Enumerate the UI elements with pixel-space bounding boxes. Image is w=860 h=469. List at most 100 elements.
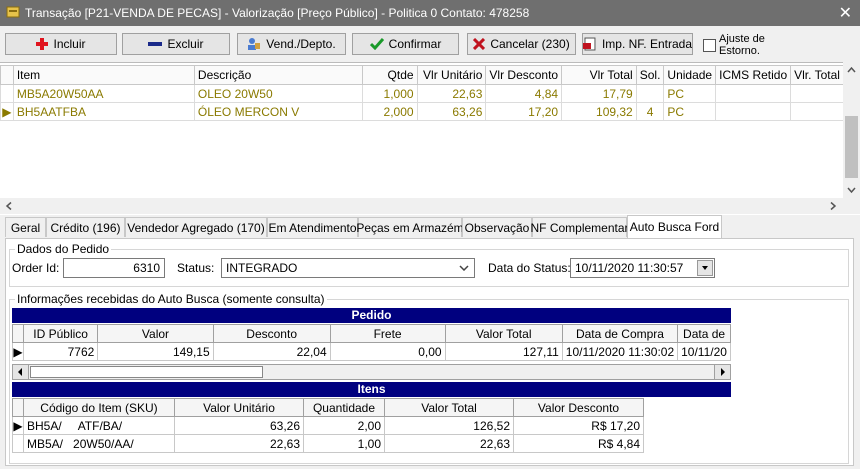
cell-descricao[interactable]: ÓLEO MERCON V — [193, 102, 363, 121]
cell-vlr-desconto[interactable]: 4,84 — [485, 84, 563, 103]
col-frete[interactable]: Frete — [329, 324, 446, 343]
table-row[interactable]: MB5A20W50AA OLEO 20W50 1,000 22,63 4,84 … — [0, 84, 860, 103]
cell-icms-retido[interactable] — [715, 84, 792, 103]
cell-valor-total[interactable]: 127,11 — [444, 342, 563, 361]
pedido-horizontal-scrollbar[interactable] — [12, 364, 731, 380]
tab-vendedor-agregado[interactable]: Vendedor Agregado (170) — [125, 217, 267, 237]
cell-item[interactable]: MB5A20W50AA — [12, 84, 195, 103]
col-valor-unitario[interactable]: Valor Unitário — [174, 398, 304, 417]
excluir-label: Excluir — [167, 37, 204, 51]
itens-grid[interactable]: Código do Item (SKU) Valor Unitário Quan… — [12, 398, 731, 453]
tab-auto-busca-ford[interactable]: Auto Busca Ford — [627, 215, 722, 238]
items-grid[interactable]: Item Descrição Qtde Vlr Unitário Vlr Des… — [0, 62, 860, 215]
cell-codigo-item[interactable]: BH5A/ ATF/BA/ — [23, 416, 175, 435]
cell-qtde[interactable]: 1,000 — [361, 84, 418, 103]
cell-unidade[interactable]: PC — [663, 84, 717, 103]
col-vlr-total[interactable]: Vlr Total — [561, 65, 637, 85]
cell-valor-desconto[interactable]: R$ 17,20 — [513, 416, 644, 435]
col-valor[interactable]: Valor — [97, 324, 214, 343]
data-status-field[interactable]: 10/11/2020 11:30:57 — [570, 258, 715, 278]
date-dropdown-button[interactable] — [697, 260, 713, 276]
confirmar-button[interactable]: Confirmar — [352, 33, 459, 55]
cell-valor-unitario[interactable]: 63,26 — [174, 416, 304, 435]
cell-vlr-unitario[interactable]: 63,26 — [416, 102, 487, 121]
excluir-button[interactable]: Excluir — [122, 33, 230, 55]
close-icon[interactable]: ✕ — [839, 3, 852, 23]
pedido-table: ID Público Valor Desconto Frete Valor To… — [12, 324, 731, 361]
checkbox-box[interactable] — [703, 39, 716, 52]
cell-valor-unitario[interactable]: 22,63 — [174, 434, 304, 453]
col-unidade[interactable]: Unidade — [663, 65, 717, 85]
items-horizontal-scrollbar[interactable] — [0, 198, 860, 214]
tab-pecas-em-armazem[interactable]: Peças em Armazém — [356, 217, 464, 237]
cell-data-de[interactable]: 10/11/20 — [677, 342, 731, 361]
col-descricao[interactable]: Descrição — [193, 65, 363, 85]
cell-data-compra[interactable]: 10/11/2020 11:30:02 — [561, 342, 679, 361]
tab-credito[interactable]: Crédito (196) — [46, 217, 125, 237]
col-valor-desconto[interactable]: Valor Desconto — [513, 398, 644, 417]
cell-vlr-unitario[interactable]: 22,63 — [416, 84, 487, 103]
scroll-left-icon[interactable] — [2, 198, 16, 214]
col-data-de[interactable]: Data de — [677, 324, 731, 343]
cell-id-publico[interactable]: 7762 — [22, 342, 99, 361]
tab-em-atendimento[interactable]: Em Atendimento — [267, 217, 358, 237]
tab-observacao[interactable]: Observação — [462, 217, 532, 237]
scroll-thumb[interactable] — [30, 366, 263, 378]
table-row[interactable]: ▶ BH5A/ ATF/BA/ 63,26 2,00 126,52 R$ 17,… — [12, 416, 644, 435]
col-sol[interactable]: Sol. — [635, 65, 665, 85]
scroll-thumb[interactable] — [845, 116, 858, 178]
cell-qtde[interactable]: 2,000 — [361, 102, 418, 121]
scroll-right-button[interactable] — [714, 365, 730, 379]
col-valor-total[interactable]: Valor Total — [444, 324, 563, 343]
cell-quantidade[interactable]: 1,00 — [303, 434, 385, 453]
cell-codigo-item[interactable]: MB5A/ 20W50/AA/ — [23, 434, 175, 453]
row-indicator-header — [12, 398, 24, 417]
incluir-button[interactable]: Incluir — [5, 33, 117, 55]
tab-geral[interactable]: Geral — [5, 217, 46, 237]
cell-valor[interactable]: 149,15 — [97, 342, 214, 361]
chevron-down-icon[interactable] — [459, 265, 469, 271]
col-data-compra[interactable]: Data de Compra — [561, 324, 679, 343]
cell-vlr-total[interactable]: 109,32 — [561, 102, 637, 121]
cell-sol[interactable] — [635, 84, 665, 103]
cell-descricao[interactable]: OLEO 20W50 — [193, 84, 363, 103]
cell-sol[interactable]: 4 — [635, 102, 665, 121]
imp-nf-entrada-button[interactable]: Imp. NF. Entrada — [582, 33, 693, 55]
col-desconto[interactable]: Desconto — [212, 324, 331, 343]
col-id-publico[interactable]: ID Público — [22, 324, 99, 343]
col-qtde[interactable]: Qtde — [361, 65, 418, 85]
cell-frete[interactable]: 0,00 — [329, 342, 446, 361]
pedido-grid[interactable]: ID Público Valor Desconto Frete Valor To… — [12, 324, 731, 364]
col-codigo-item[interactable]: Código do Item (SKU) — [23, 398, 175, 417]
col-item[interactable]: Item — [12, 65, 195, 85]
status-select[interactable]: INTEGRADO — [221, 258, 475, 278]
cell-vlr-total[interactable]: 17,79 — [561, 84, 637, 103]
check-icon — [369, 38, 384, 50]
scroll-down-icon[interactable] — [843, 183, 860, 197]
cell-unidade[interactable]: PC — [663, 102, 717, 121]
table-row[interactable]: MB5A/ 20W50/AA/ 22,63 1,00 22,63 R$ 4,84 — [12, 434, 644, 453]
cell-valor-total[interactable]: 126,52 — [384, 416, 514, 435]
scroll-left-button[interactable] — [13, 365, 29, 379]
order-id-field[interactable]: 6310 — [63, 258, 165, 278]
cell-desconto[interactable]: 22,04 — [212, 342, 331, 361]
vend-depto-button[interactable]: Vend./Depto. — [237, 33, 346, 55]
cell-quantidade[interactable]: 2,00 — [303, 416, 385, 435]
cell-icms-retido[interactable] — [715, 102, 792, 121]
col-vlr-desconto[interactable]: Vlr Desconto — [485, 65, 563, 85]
tab-nf-complementar[interactable]: NF Complementar — [530, 217, 629, 237]
cell-item[interactable]: BH5AATFBA — [12, 102, 195, 121]
scroll-up-icon[interactable] — [843, 63, 860, 77]
col-icms-retido[interactable]: ICMS Retido — [715, 65, 792, 85]
table-row[interactable]: ▶ BH5AATFBA ÓLEO MERCON V 2,000 63,26 17… — [0, 102, 860, 121]
cell-vlr-desconto[interactable]: 17,20 — [485, 102, 563, 121]
col-vlr-unitario[interactable]: Vlr Unitário — [416, 65, 487, 85]
cancelar-button[interactable]: Cancelar (230) — [467, 33, 576, 55]
cell-valor-desconto[interactable]: R$ 4,84 — [513, 434, 644, 453]
scroll-right-icon[interactable] — [826, 198, 840, 214]
cell-valor-total[interactable]: 22,63 — [384, 434, 514, 453]
col-valor-total[interactable]: Valor Total — [384, 398, 514, 417]
col-quantidade[interactable]: Quantidade — [303, 398, 385, 417]
table-row[interactable]: ▶ 7762 149,15 22,04 0,00 127,11 10/11/20… — [12, 342, 731, 361]
items-vertical-scrollbar[interactable] — [843, 62, 860, 198]
